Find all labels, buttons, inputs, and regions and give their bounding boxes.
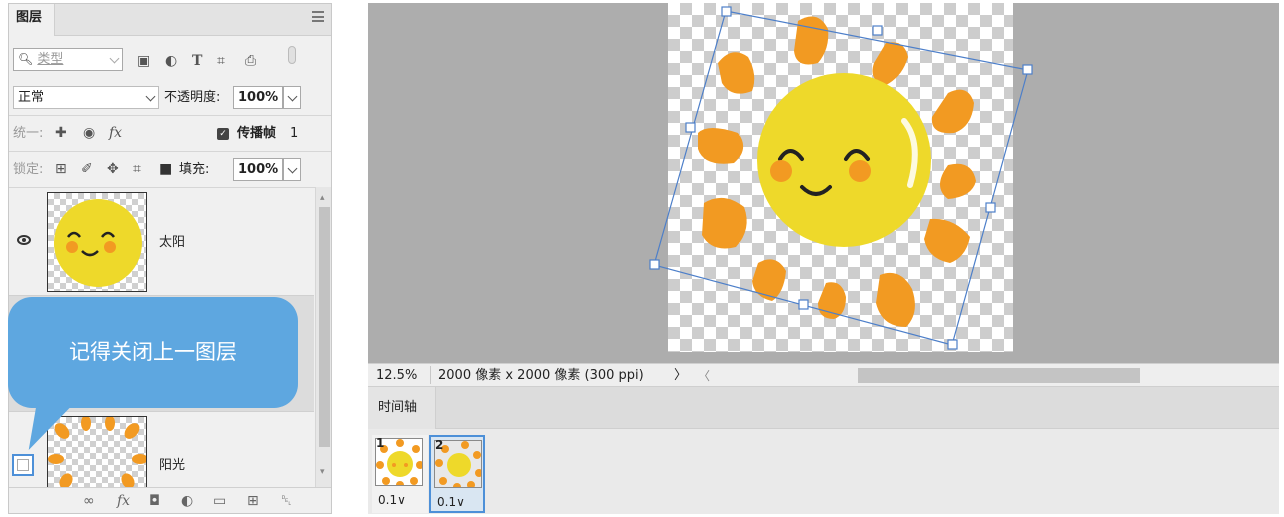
unify-visibility-icon[interactable]: ◉ [83,124,95,142]
filter-toggle-icon[interactable] [288,46,296,64]
timeline-panel: 时间轴 1 0.1∨ 2 0.1∨ [368,387,1279,514]
lock-paint-icon[interactable]: ✐ [81,160,93,178]
lock-row: 锁定: ⊞ ✐ ✥ ⌗ ■ 填充: 100% [9,152,331,188]
panel-menu-icon[interactable] [312,11,324,22]
unify-label: 统一: [13,126,44,141]
lock-transparency-icon[interactable]: ⊞ [55,160,67,178]
canvas-area[interactable] [368,3,1279,363]
blend-row: 正常 不透明度: 100% [9,80,331,116]
frame-number: 1 [376,436,385,450]
scroll-left-icon[interactable]: 〈 [698,367,710,385]
layer-name[interactable]: 太阳 [159,234,185,252]
filter-kind-select[interactable]: 🔍︎ 类型 [13,48,123,71]
frame-delay[interactable]: 0.1∨ [378,492,406,508]
visibility-toggle-empty[interactable] [12,454,34,476]
propagate-checkbox[interactable]: ✓ [217,128,229,140]
opacity-label: 不透明度: [164,90,221,105]
callout-bubble: 记得关闭上一图层 [8,297,298,408]
lock-artboard-icon[interactable]: ⌗ [133,160,141,178]
document-window: 12.5% 2000 像素 x 2000 像素 (300 ppi) 〉 〈 时间… [368,3,1279,514]
timeline-header [436,387,1279,429]
lock-all-icon[interactable]: ■ [159,160,172,178]
fill-label: 填充: [179,162,210,177]
opacity-dropdown[interactable] [283,86,301,109]
chevron-down-icon: ∨ [456,495,465,509]
mask-icon[interactable]: ◘ [149,493,160,509]
chevron-down-icon: ∨ [397,493,406,507]
search-icon: 🔍︎ [18,52,34,66]
blend-mode-value: 正常 [18,90,45,105]
transform-handle[interactable] [947,339,958,350]
propagate-label: 传播帧 [237,126,277,141]
smart-object-filter-icon[interactable]: ⎙ [245,52,256,70]
frame-delay-value: 0.1 [378,493,398,507]
layer-name[interactable]: 阳光 [159,457,185,475]
shape-filter-icon[interactable]: ⌗ [217,52,225,70]
image-filter-icon[interactable]: ▣ [137,52,150,70]
unify-style-icon[interactable]: fx [109,124,122,142]
document-info: 2000 像素 x 2000 像素 (300 ppi) [438,368,644,383]
layer-row-sun[interactable]: 太阳 [9,188,314,296]
layers-scrollbar[interactable]: ▴ ▾ [315,187,331,487]
scroll-down-icon[interactable]: ▾ [320,467,325,477]
trash-icon[interactable]: ␡ [281,493,292,509]
propagate-value: 1 [290,126,299,141]
frame-delay[interactable]: 0.1∨ [437,494,465,510]
adjustment-filter-icon[interactable]: ◐ [165,52,177,70]
divider [430,366,431,384]
transform-handle[interactable] [685,122,696,133]
fill-input[interactable]: 100% [233,158,283,181]
opacity-input[interactable]: 100% [233,86,283,109]
scroll-up-icon[interactable]: ▴ [320,193,325,203]
blend-mode-select[interactable]: 正常 [13,86,159,109]
transform-handle[interactable] [649,259,660,270]
timeline-frame-1[interactable]: 1 0.1∨ [372,435,428,513]
timeline-frame-2[interactable]: 2 0.1∨ [429,435,485,513]
transform-handle[interactable] [985,202,996,213]
lock-label: 锁定: [13,162,44,177]
layers-bottom-toolbar: ∞ fx ◘ ◐ ▭ ⊞ ␡ [9,487,331,513]
chevron-down-icon [287,91,298,102]
sun-face-thumbnail-image [54,199,142,287]
transform-handle[interactable] [872,25,883,36]
tab-timeline[interactable]: 时间轴 [368,387,436,429]
unify-position-icon[interactable]: ✚ [55,124,67,142]
zoom-level[interactable]: 12.5% [376,367,417,385]
lock-move-icon[interactable]: ✥ [107,160,119,178]
unify-row: 统一: ✚ ◉ fx ✓ 传播帧 1 [9,116,331,152]
scrollbar-thumb[interactable] [319,207,330,447]
frame-delay-value: 0.1 [437,495,457,509]
tab-layers[interactable]: 图层 [9,4,55,36]
filter-row: 🔍︎ 类型 ▣ ◐ T ⌗ ⎙ [9,42,331,78]
chevron-down-icon [145,91,156,102]
transform-bounding-box[interactable] [368,3,1279,363]
info-menu-arrow-icon[interactable]: 〉 [674,367,687,385]
chevron-down-icon [109,53,120,64]
frame-number: 2 [435,438,444,452]
link-icon[interactable]: ∞ [83,493,95,509]
chevron-down-icon [287,163,298,174]
fx-icon[interactable]: fx [117,493,130,509]
sun-rays-thumbnail-image [48,417,146,487]
transform-handle[interactable] [721,6,732,17]
fill-dropdown[interactable] [283,158,301,181]
eye-icon[interactable] [17,235,31,245]
horizontal-scrollbar-thumb[interactable] [858,368,1140,383]
layers-tab-bar: 图层 [9,4,331,36]
layer-thumbnail [47,192,147,292]
new-adjustment-icon[interactable]: ◐ [181,493,193,509]
folder-icon[interactable]: ▭ [213,493,226,509]
new-layer-icon[interactable]: ⊞ [247,493,259,509]
transform-handle[interactable] [1022,64,1033,75]
transform-handle[interactable] [798,299,809,310]
filter-kind-label: 类型 [37,52,64,67]
status-bar: 12.5% 2000 像素 x 2000 像素 (300 ppi) 〉 〈 [368,363,1279,387]
type-filter-icon[interactable]: T [192,52,202,70]
